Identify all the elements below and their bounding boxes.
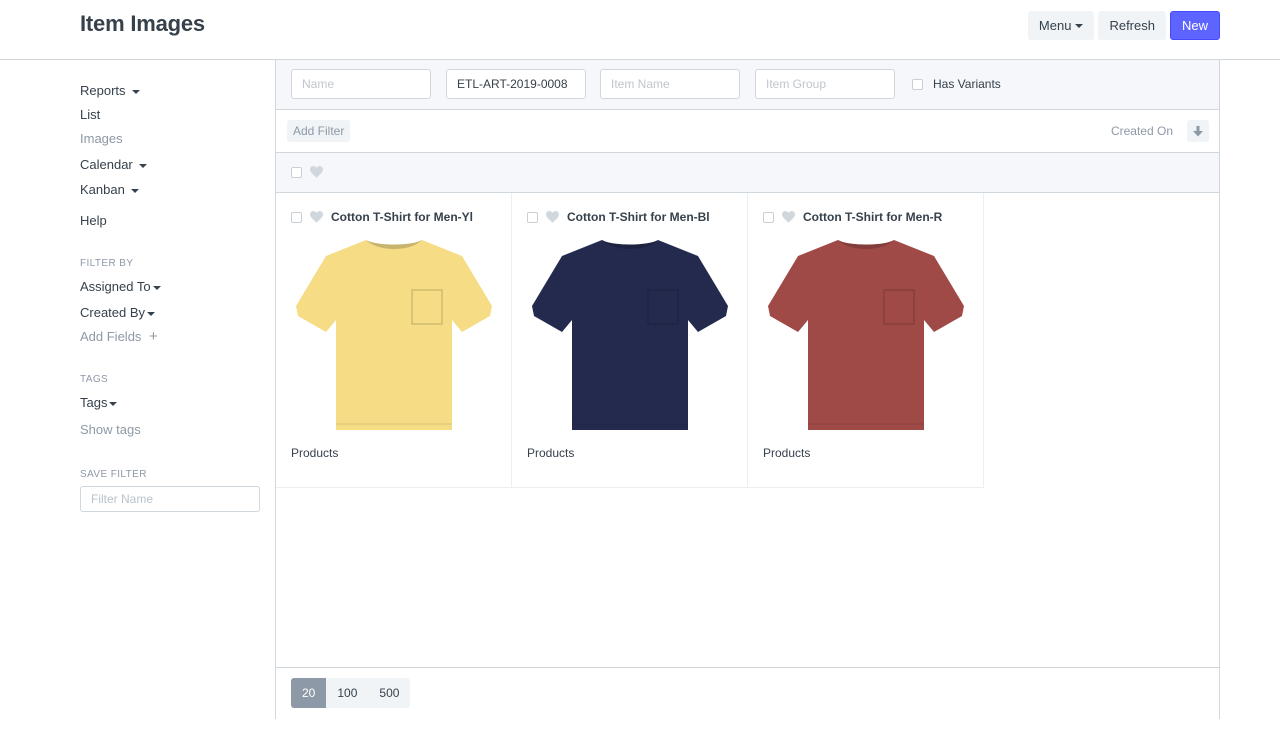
- refresh-button[interactable]: Refresh: [1098, 11, 1166, 40]
- sidebar-item-help[interactable]: Help: [80, 213, 107, 228]
- tshirt-body: [296, 240, 492, 430]
- sidebar-item-calendar[interactable]: Calendar: [80, 157, 147, 172]
- card-item-group: Products: [291, 446, 339, 460]
- has-variants-label: Has Variants: [933, 77, 1001, 91]
- sidebar-item-label: Help: [80, 213, 107, 228]
- filter-label: Assigned To: [80, 279, 151, 294]
- name-filter-input[interactable]: [291, 69, 431, 99]
- new-button[interactable]: New: [1169, 11, 1220, 40]
- sidebar-item-label: Kanban: [80, 182, 125, 197]
- card-title[interactable]: Cotton T-Shirt for Men-R: [803, 210, 953, 224]
- sidebar-item-images[interactable]: Images: [80, 131, 123, 146]
- tshirt-image: [532, 240, 728, 430]
- sidebar-item-list[interactable]: List: [80, 107, 100, 122]
- plus-icon: +: [149, 328, 158, 345]
- caret-down-icon: [147, 311, 156, 316]
- caret-down-icon: [131, 89, 140, 94]
- filter-by-heading: FILTER BY: [80, 258, 134, 269]
- filter-created-by[interactable]: Created By: [80, 305, 156, 320]
- paging-area: 20 100 500: [276, 667, 1219, 719]
- card-checkbox[interactable]: [527, 211, 538, 223]
- card-image[interactable]: [758, 233, 974, 437]
- card-image[interactable]: [286, 233, 502, 437]
- sidebar-item-reports[interactable]: Reports: [80, 83, 140, 98]
- arrow-down-icon: [1193, 125, 1203, 136]
- has-variants-filter[interactable]: Has Variants: [912, 77, 1001, 91]
- caret-down-icon: [152, 285, 161, 290]
- card-title[interactable]: Cotton T-Shirt for Men-Bl: [567, 210, 717, 224]
- caret-down-icon: [109, 401, 118, 406]
- has-variants-checkbox[interactable]: [912, 78, 923, 90]
- tags-dropdown[interactable]: Tags: [80, 395, 118, 410]
- tags-label: Tags: [80, 395, 108, 410]
- add-filter-button[interactable]: Add Filter: [287, 120, 351, 142]
- tshirt-image: [296, 240, 492, 430]
- sort-order-button[interactable]: [1187, 120, 1209, 142]
- item-name-filter-input[interactable]: [600, 69, 740, 99]
- select-all-checkbox[interactable]: [291, 167, 302, 178]
- card-image[interactable]: [522, 233, 738, 437]
- page-length-selector: 20 100 500: [291, 678, 411, 708]
- heart-icon[interactable]: [546, 211, 559, 223]
- filter-label: Created By: [80, 305, 146, 320]
- card-checkbox[interactable]: [291, 211, 302, 223]
- card-header: Cotton T-Shirt for Men-Yl: [291, 210, 481, 224]
- page-header: Item Images Menu Refresh New: [0, 0, 1280, 60]
- sort-by-selector[interactable]: Created On: [1111, 124, 1173, 138]
- filter-name-input[interactable]: [80, 486, 260, 512]
- item-code-filter-input[interactable]: [446, 69, 586, 99]
- sidebar-item-label: Calendar: [80, 157, 133, 172]
- save-filter-heading: SAVE FILTER: [80, 469, 147, 480]
- menu-button[interactable]: Menu: [1027, 11, 1095, 40]
- standard-filters: Has Variants: [276, 60, 1219, 110]
- caret-down-icon: [130, 188, 139, 193]
- caret-down-icon: [138, 163, 147, 168]
- page-title: Item Images: [80, 11, 205, 36]
- filter-assigned-to[interactable]: Assigned To: [80, 279, 161, 294]
- caret-down-icon: [1075, 23, 1084, 28]
- tshirt-body: [532, 240, 728, 430]
- tags-heading: TAGS: [80, 374, 109, 385]
- header-actions: Menu Refresh New: [1027, 11, 1220, 40]
- add-fields-label: Add Fields: [80, 329, 142, 344]
- heart-icon[interactable]: [310, 166, 323, 178]
- sidebar-item-label: Images: [80, 131, 123, 146]
- page-length-500-button[interactable]: 500: [368, 678, 410, 708]
- sidebar-item-label: Reports: [80, 83, 126, 98]
- add-fields-link[interactable]: Add Fields +: [80, 329, 158, 344]
- show-tags-link[interactable]: Show tags: [80, 422, 141, 437]
- card-header: Cotton T-Shirt for Men-Bl: [527, 210, 717, 224]
- sidebar-item-label: List: [80, 107, 101, 122]
- sidebar-item-kanban[interactable]: Kanban: [80, 182, 139, 197]
- menu-button-label: Menu: [1038, 18, 1072, 33]
- page-length-20-button[interactable]: 20: [291, 678, 327, 708]
- heart-icon[interactable]: [782, 211, 795, 223]
- main-panel: Has Variants Add Filter Created On Cott: [275, 60, 1220, 719]
- tshirt-image: [768, 240, 964, 430]
- card-header: Cotton T-Shirt for Men-R: [763, 210, 953, 224]
- image-card: Cotton T-Shirt for Men-Yl Products: [276, 193, 512, 488]
- image-card: Cotton T-Shirt for Men-R Products: [748, 193, 984, 488]
- tshirt-body: [768, 240, 964, 430]
- image-grid: Cotton T-Shirt for Men-Yl Products Cotto…: [276, 193, 984, 488]
- page-length-100-button[interactable]: 100: [326, 678, 368, 708]
- card-checkbox[interactable]: [763, 211, 774, 223]
- item-group-filter-input[interactable]: [755, 69, 895, 99]
- image-card: Cotton T-Shirt for Men-Bl Products: [512, 193, 748, 488]
- heart-icon[interactable]: [310, 211, 323, 223]
- card-title[interactable]: Cotton T-Shirt for Men-Yl: [331, 210, 481, 224]
- card-item-group: Products: [763, 446, 811, 460]
- list-header: [276, 153, 1219, 193]
- filter-bar: Add Filter Created On: [276, 110, 1219, 153]
- card-item-group: Products: [527, 446, 575, 460]
